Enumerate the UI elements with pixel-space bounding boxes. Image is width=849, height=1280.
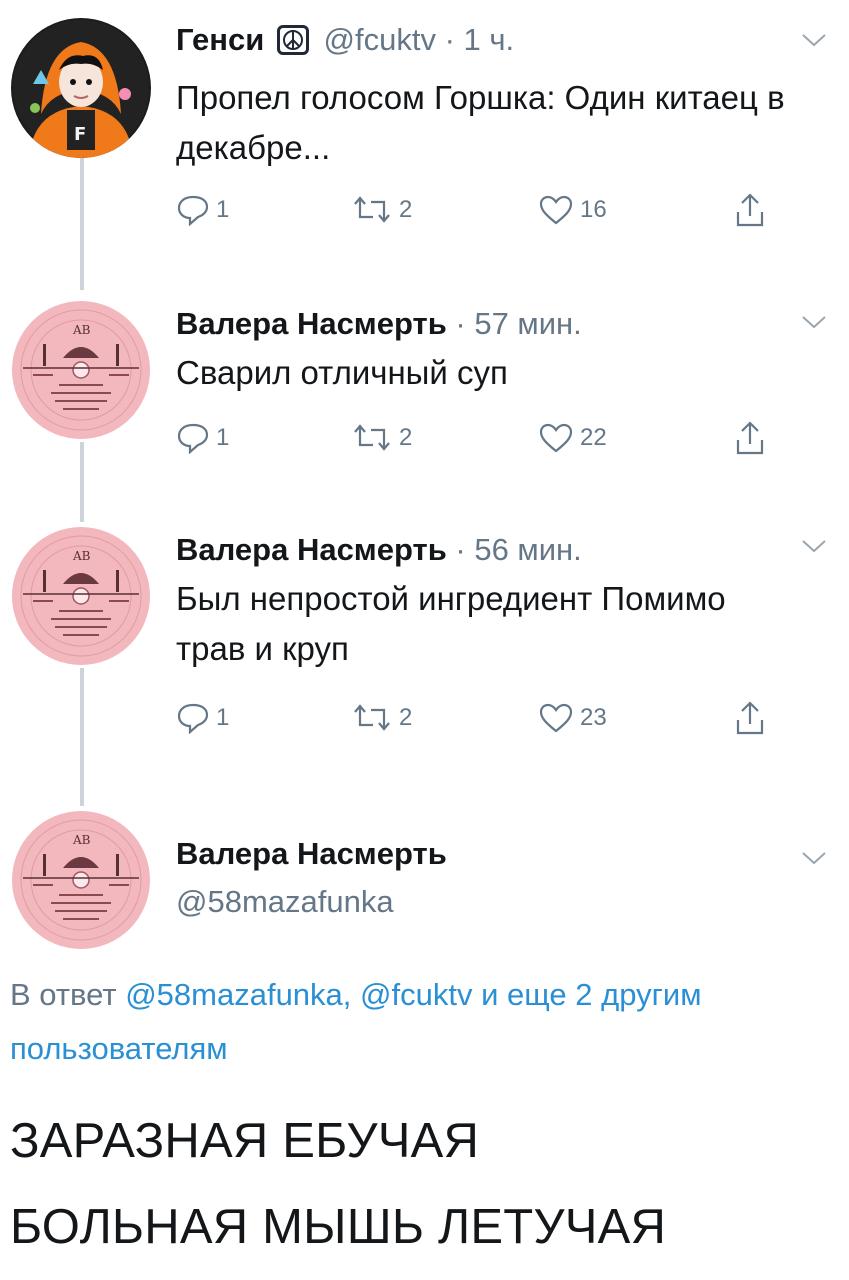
retweet-icon xyxy=(354,424,390,451)
tweet-actions: 1 2 16 xyxy=(176,190,776,230)
main-tweet-text: ЗАРАЗНАЯ ЕБУЧАЯ БОЛЬНАЯ МЫШЬ ЛЕТУЧАЯ xyxy=(10,1098,840,1270)
tweet[interactable]: F Генси @fcuktv · 1 ч. Пропел голосом Го… xyxy=(0,0,849,270)
reply-button[interactable]: 1 xyxy=(176,698,229,738)
share-button[interactable] xyxy=(734,190,772,230)
share-icon xyxy=(736,421,764,455)
separator: · xyxy=(446,306,475,341)
author-name[interactable]: Валера Насмерть xyxy=(176,306,447,341)
tweet[interactable]: AB Валера Насмерть · 56 мин. Был непрост… xyxy=(0,516,849,776)
like-count: 23 xyxy=(580,704,607,731)
chevron-down-icon[interactable] xyxy=(801,538,827,554)
retweet-icon xyxy=(354,704,390,731)
like-button[interactable]: 22 xyxy=(538,418,607,458)
avatar[interactable]: AB xyxy=(11,526,151,666)
retweet-button[interactable]: 2 xyxy=(351,190,412,230)
timestamp[interactable]: 1 ч. xyxy=(464,22,515,57)
reply-prefix: В ответ xyxy=(10,977,117,1012)
author-handle[interactable]: @58mazafunka xyxy=(176,884,394,919)
author-name[interactable]: Валера Насмерть xyxy=(176,532,447,567)
svg-text:AB: AB xyxy=(72,323,91,337)
like-button[interactable]: 16 xyxy=(538,190,607,230)
chevron-down-icon[interactable] xyxy=(801,32,827,48)
reply-button[interactable]: 1 xyxy=(176,418,229,458)
reply-button[interactable]: 1 xyxy=(176,190,229,230)
share-button[interactable] xyxy=(734,698,772,738)
like-count: 16 xyxy=(580,196,607,223)
retweet-count: 2 xyxy=(399,704,413,731)
chevron-down-icon[interactable] xyxy=(801,850,827,866)
tweet-text: Пропел голосом Горшка: Один китаец в дек… xyxy=(176,79,785,166)
timestamp[interactable]: 57 мин. xyxy=(474,306,581,341)
share-icon xyxy=(736,193,764,227)
reply-icon xyxy=(177,423,209,454)
author-handle[interactable]: @fcuktv xyxy=(324,22,436,57)
reply-count: 1 xyxy=(216,424,230,451)
reply-mention-link[interactable]: @fcuktv xyxy=(360,977,472,1012)
reply-icon xyxy=(177,703,209,734)
retweet-button[interactable]: 2 xyxy=(351,418,412,458)
peace-icon xyxy=(276,25,309,55)
separator: · xyxy=(435,22,464,57)
separator: · xyxy=(446,532,475,567)
main-tweet-name: Валера Насмерть xyxy=(176,834,447,874)
svg-text:AB: AB xyxy=(72,549,91,563)
tweet-header: Валера Насмерть · 56 мин. xyxy=(176,530,582,570)
reply-count: 1 xyxy=(216,704,230,731)
tweet-actions: 1 2 23 xyxy=(176,698,776,738)
like-button[interactable]: 23 xyxy=(538,698,607,738)
tweet-text: Был непростой ингредиент Помимо трав и к… xyxy=(176,580,726,667)
heart-icon xyxy=(539,423,573,453)
author-name[interactable]: Генси xyxy=(176,22,264,57)
main-tweet-handle: @58mazafunka xyxy=(176,882,394,922)
retweet-count: 2 xyxy=(399,196,413,223)
like-count: 22 xyxy=(580,424,607,451)
main-tweet-text-line: БОЛЬНАЯ МЫШЬ ЛЕТУЧАЯ xyxy=(10,1200,667,1254)
svg-text:F: F xyxy=(74,124,86,145)
share-icon xyxy=(736,701,764,735)
main-tweet-text-line: ЗАРАЗНАЯ ЕБУЧАЯ xyxy=(10,1114,480,1168)
heart-icon xyxy=(539,703,573,733)
svg-text:AB: AB xyxy=(72,833,91,847)
retweet-count: 2 xyxy=(399,424,413,451)
reply-context: В ответ @58mazafunka, @fcuktv и еще 2 др… xyxy=(10,968,810,1076)
chevron-down-icon[interactable] xyxy=(801,314,827,330)
timestamp[interactable]: 56 мин. xyxy=(474,532,581,567)
avatar[interactable]: AB xyxy=(11,300,151,440)
reply-count: 1 xyxy=(216,196,230,223)
retweet-button[interactable]: 2 xyxy=(351,698,412,738)
reply-icon xyxy=(177,195,209,226)
reply-mention-link[interactable]: @58mazafunka, xyxy=(125,977,351,1012)
heart-icon xyxy=(539,195,573,225)
avatar[interactable]: F xyxy=(11,18,151,158)
share-button[interactable] xyxy=(734,418,772,458)
author-name[interactable]: Валера Насмерть xyxy=(176,836,447,871)
tweet-header: Генси @fcuktv · 1 ч. xyxy=(176,20,514,60)
retweet-icon xyxy=(354,196,390,223)
tweet-text: Сварил отличный суп xyxy=(176,354,508,391)
avatar[interactable]: AB xyxy=(11,810,151,950)
tweet-header: Валера Насмерть · 57 мин. xyxy=(176,304,582,344)
tweet-actions: 1 2 22 xyxy=(176,418,776,458)
tweet[interactable]: AB Валера Насмерть · 57 мин. Сварил отли… xyxy=(0,290,849,490)
